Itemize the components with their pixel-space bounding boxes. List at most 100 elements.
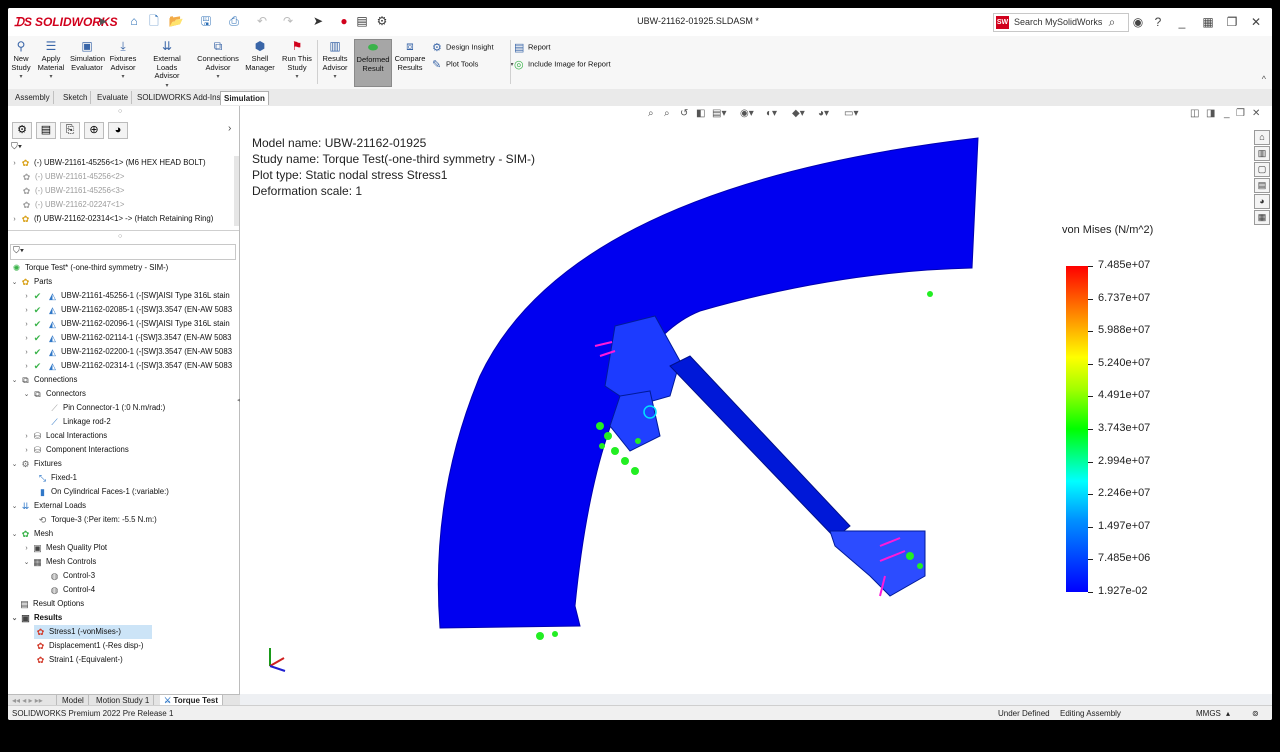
tree-item-component-interactions[interactable]: › ⛁ Component Interactions <box>22 443 236 457</box>
tree-item-mesh-quality[interactable]: › ▣ Mesh Quality Plot <box>22 541 236 555</box>
tree-item-part[interactable]: › ✔ ◭ UBW-21162-02314-1 (-[SW]3.3547 (EN-AW… <box>22 359 236 373</box>
tree-item-part[interactable]: › ✔ ◭ UBW-21162-02114-1 (-[SW]3.3547 (EN-AW… <box>22 331 236 345</box>
status-units[interactable]: MMGS <box>1196 706 1221 720</box>
fixtures-advisor-button[interactable]: ⤓ Fixtures Advisor ▾ <box>108 39 138 82</box>
user-icon[interactable]: ◉ <box>1130 14 1146 30</box>
help-icon[interactable]: ? <box>1150 14 1166 30</box>
tree-item-cylindrical-faces[interactable]: ▮ On Cylindrical Faces-1 (:variable:) <box>36 485 236 499</box>
tree-item-part[interactable]: › ✔ ◭ UBW-21162-02085-1 (-[SW]3.3547 (EN-AW… <box>22 303 236 317</box>
shell-manager-button[interactable]: ⬢ Shell Manager <box>244 39 276 72</box>
units-dropdown-icon[interactable]: ▴ <box>1226 706 1230 720</box>
compare-results-button[interactable]: ⧈ Compare Results <box>394 39 426 72</box>
tree-item-results[interactable]: ⌄ ▣ Results <box>10 611 236 625</box>
deformed-result-button[interactable]: ⬬ Deformed Result <box>354 39 392 87</box>
new-document-icon[interactable]: 🗋 <box>146 13 162 29</box>
tab-sketch[interactable]: Sketch <box>60 91 92 104</box>
panel-splitter-handle[interactable]: ○ <box>118 108 122 115</box>
tree-item-connectors[interactable]: ⌄ ⧉ Connectors <box>22 387 236 401</box>
search-icon[interactable]: ⌕ <box>1104 14 1120 30</box>
simulation-filter-box[interactable]: ⛉▾ <box>10 244 236 260</box>
appearances-icon[interactable]: ◕ <box>1254 194 1270 209</box>
tree-item-control-4[interactable]: ◍ Control-4 <box>48 583 236 597</box>
design-library-icon[interactable]: ▥ <box>1254 146 1270 161</box>
tree-item-fixed[interactable]: ⤡ Fixed-1 <box>36 471 236 485</box>
property-manager-icon[interactable]: ▤ <box>36 122 56 139</box>
run-study-button[interactable]: ⚑ Run This Study ▾ <box>280 39 314 82</box>
tree-item-linkage-rod[interactable]: ⟋ Linkage rod-2 <box>48 415 236 429</box>
custom-properties-icon[interactable]: ▦ <box>1254 210 1270 225</box>
tree-item-part[interactable]: › ✔ ◭ UBW-21162-02200-1 (-[SW]3.3547 (EN-AW… <box>22 345 236 359</box>
tree-item-study[interactable]: ✺ Torque Test* (-one-third symmetry - SIM… <box>10 261 236 275</box>
tab-simulation[interactable]: Simulation <box>220 91 269 105</box>
stress-color-bar <box>1066 266 1088 592</box>
tree-item-control-3[interactable]: ◍ Control-3 <box>48 569 236 583</box>
tree-item-pin-connector[interactable]: ⟋ Pin Connector-1 (:0 N.m/rad:) <box>48 401 236 415</box>
filter-icon: ⛉▾ <box>13 245 25 255</box>
tree-item-fixtures[interactable]: ⌄ ⚙ Fixtures <box>10 457 236 471</box>
tree-item-mesh[interactable]: ⌄ ✿ Mesh <box>10 527 236 541</box>
tree-item-mesh-controls[interactable]: ⌄ ▦ Mesh Controls <box>22 555 236 569</box>
close-icon[interactable]: ✕ <box>1248 14 1264 30</box>
tree-item-retaining-ring[interactable]: › ✿ (f) UBW-21162-02314<1> -> (Hatch Retai… <box>10 212 234 226</box>
view-palette-icon[interactable]: ▤ <box>1254 178 1270 193</box>
feature-manager-icon[interactable]: ⚙ <box>12 122 32 139</box>
tree-item-bolt-2[interactable]: ✿ (-) UBW-21161-45256<2> <box>20 170 234 184</box>
tree-scrollbar[interactable] <box>234 156 239 226</box>
options-gear-icon[interactable]: ⚙ <box>374 13 390 29</box>
home-icon[interactable]: ⌂ <box>126 13 142 29</box>
component-icon: ✿ <box>22 172 31 182</box>
restore-icon[interactable]: ❐ <box>1224 14 1240 30</box>
collapse-ribbon-icon[interactable]: ^ <box>1262 74 1266 84</box>
tree-item-connections[interactable]: ⌄ ⧉ Connections <box>10 373 236 387</box>
file-properties-icon[interactable]: ▤ <box>354 13 370 29</box>
panel-splitter-handle[interactable]: ○ <box>118 233 122 240</box>
filter-icon[interactable]: ⛉▾ <box>11 141 22 152</box>
tree-item-bolt-1[interactable]: › ✿ (-) UBW-21161-45256<1> (M6 HEX HEAD BO… <box>10 156 234 170</box>
apply-material-button[interactable]: ☰ Apply Material ▾ <box>36 39 66 82</box>
tree-item-result-options[interactable]: ▤ Result Options <box>18 597 236 611</box>
resources-pane-icon[interactable]: ⌂ <box>1254 130 1270 145</box>
tree-item-part[interactable]: › ✔ ◭ UBW-21161-45256-1 (-[SW]AISI Type 316… <box>22 289 236 303</box>
select-icon[interactable]: ➤ <box>310 13 326 29</box>
tree-item-bolt-3[interactable]: ✿ (-) UBW-21161-45256<3> <box>20 184 234 198</box>
tree-item-parts[interactable]: ⌄ ✿ Parts <box>10 275 236 289</box>
save-icon[interactable]: 🖫 <box>198 13 214 29</box>
tile-windows-icon[interactable]: ▦ <box>1200 14 1216 30</box>
new-study-button[interactable]: ⚲ New Study ▾ <box>10 39 32 82</box>
configuration-manager-icon[interactable]: ⎘ <box>60 122 80 139</box>
tab-add-ins[interactable]: SOLIDWORKS Add-Ins <box>134 91 225 104</box>
file-explorer-icon[interactable]: ▢ <box>1254 162 1270 177</box>
external-loads-advisor-button[interactable]: ⇊ External Loads Advisor ▾ <box>142 39 192 90</box>
rebuild-icon[interactable]: ● <box>336 13 352 29</box>
tree-item-external-loads[interactable]: ⌄ ⇊ External Loads <box>10 499 236 513</box>
tree-item-strain1[interactable]: ✿ Strain1 (-Equivalent-) <box>34 653 236 667</box>
tree-item-displacement1[interactable]: ✿ Displacement1 (-Res disp-) <box>34 639 236 653</box>
dimxpert-icon[interactable]: ⊕ <box>84 122 104 139</box>
tree-item-part[interactable]: › ✔ ◭ UBW-21162-02096-1 (-[SW]AISI Type 316… <box>22 317 236 331</box>
include-image-button[interactable]: ◎ Include Image for Report <box>514 58 611 71</box>
connections-advisor-button[interactable]: ⧉ Connections Advisor ▾ <box>196 39 240 82</box>
tab-assembly[interactable]: Assembly <box>12 91 54 104</box>
plot-tools-button[interactable]: ✎ Plot Tools ▾ <box>432 58 514 71</box>
new-study-icon: ⚲ <box>16 39 26 53</box>
report-button[interactable]: ▤ Report <box>514 41 551 54</box>
redo-icon[interactable]: ↷ <box>280 13 296 29</box>
component-icon: ✿ <box>22 186 31 196</box>
simulation-evaluator-button[interactable]: ▣ Simulation Evaluator <box>70 39 105 72</box>
tree-item-part-02247[interactable]: ✿ (-) UBW-21162-02247<1> <box>20 198 234 212</box>
open-icon[interactable]: 📂 <box>168 13 184 29</box>
display-manager-icon[interactable]: ◕ <box>108 122 128 139</box>
status-settings-icon[interactable]: ⊚ <box>1252 706 1259 720</box>
tab-evaluate[interactable]: Evaluate <box>94 91 133 104</box>
expand-panel-icon[interactable]: › <box>228 123 231 134</box>
tree-item-torque[interactable]: ⟲ Torque-3 (:Per item: -5.5 N.m:) <box>36 513 236 527</box>
design-insight-button[interactable]: ⚙ Design Insight <box>432 41 494 54</box>
tree-item-stress1[interactable]: ✿ Stress1 (-vonMises-) <box>34 625 152 639</box>
graphics-area[interactable]: ⌕ ⌕ ↺ ◧ ▤▾ ◉▾ ◐▾ ◆▾ ◕▾ ▭▾ ◫ ◨ _ ❐ ✕ Mode… <box>240 106 1272 694</box>
tree-item-local-interactions[interactable]: › ⛁ Local Interactions <box>22 429 236 443</box>
undo-icon[interactable]: ↶ <box>254 13 270 29</box>
minimize-icon[interactable]: _ <box>1174 14 1190 30</box>
print-icon[interactable]: ⎙ <box>226 13 242 29</box>
results-advisor-button[interactable]: ▥ Results Advisor ▾ <box>320 39 350 82</box>
menu-arrow-icon[interactable]: ▶ <box>100 16 107 27</box>
